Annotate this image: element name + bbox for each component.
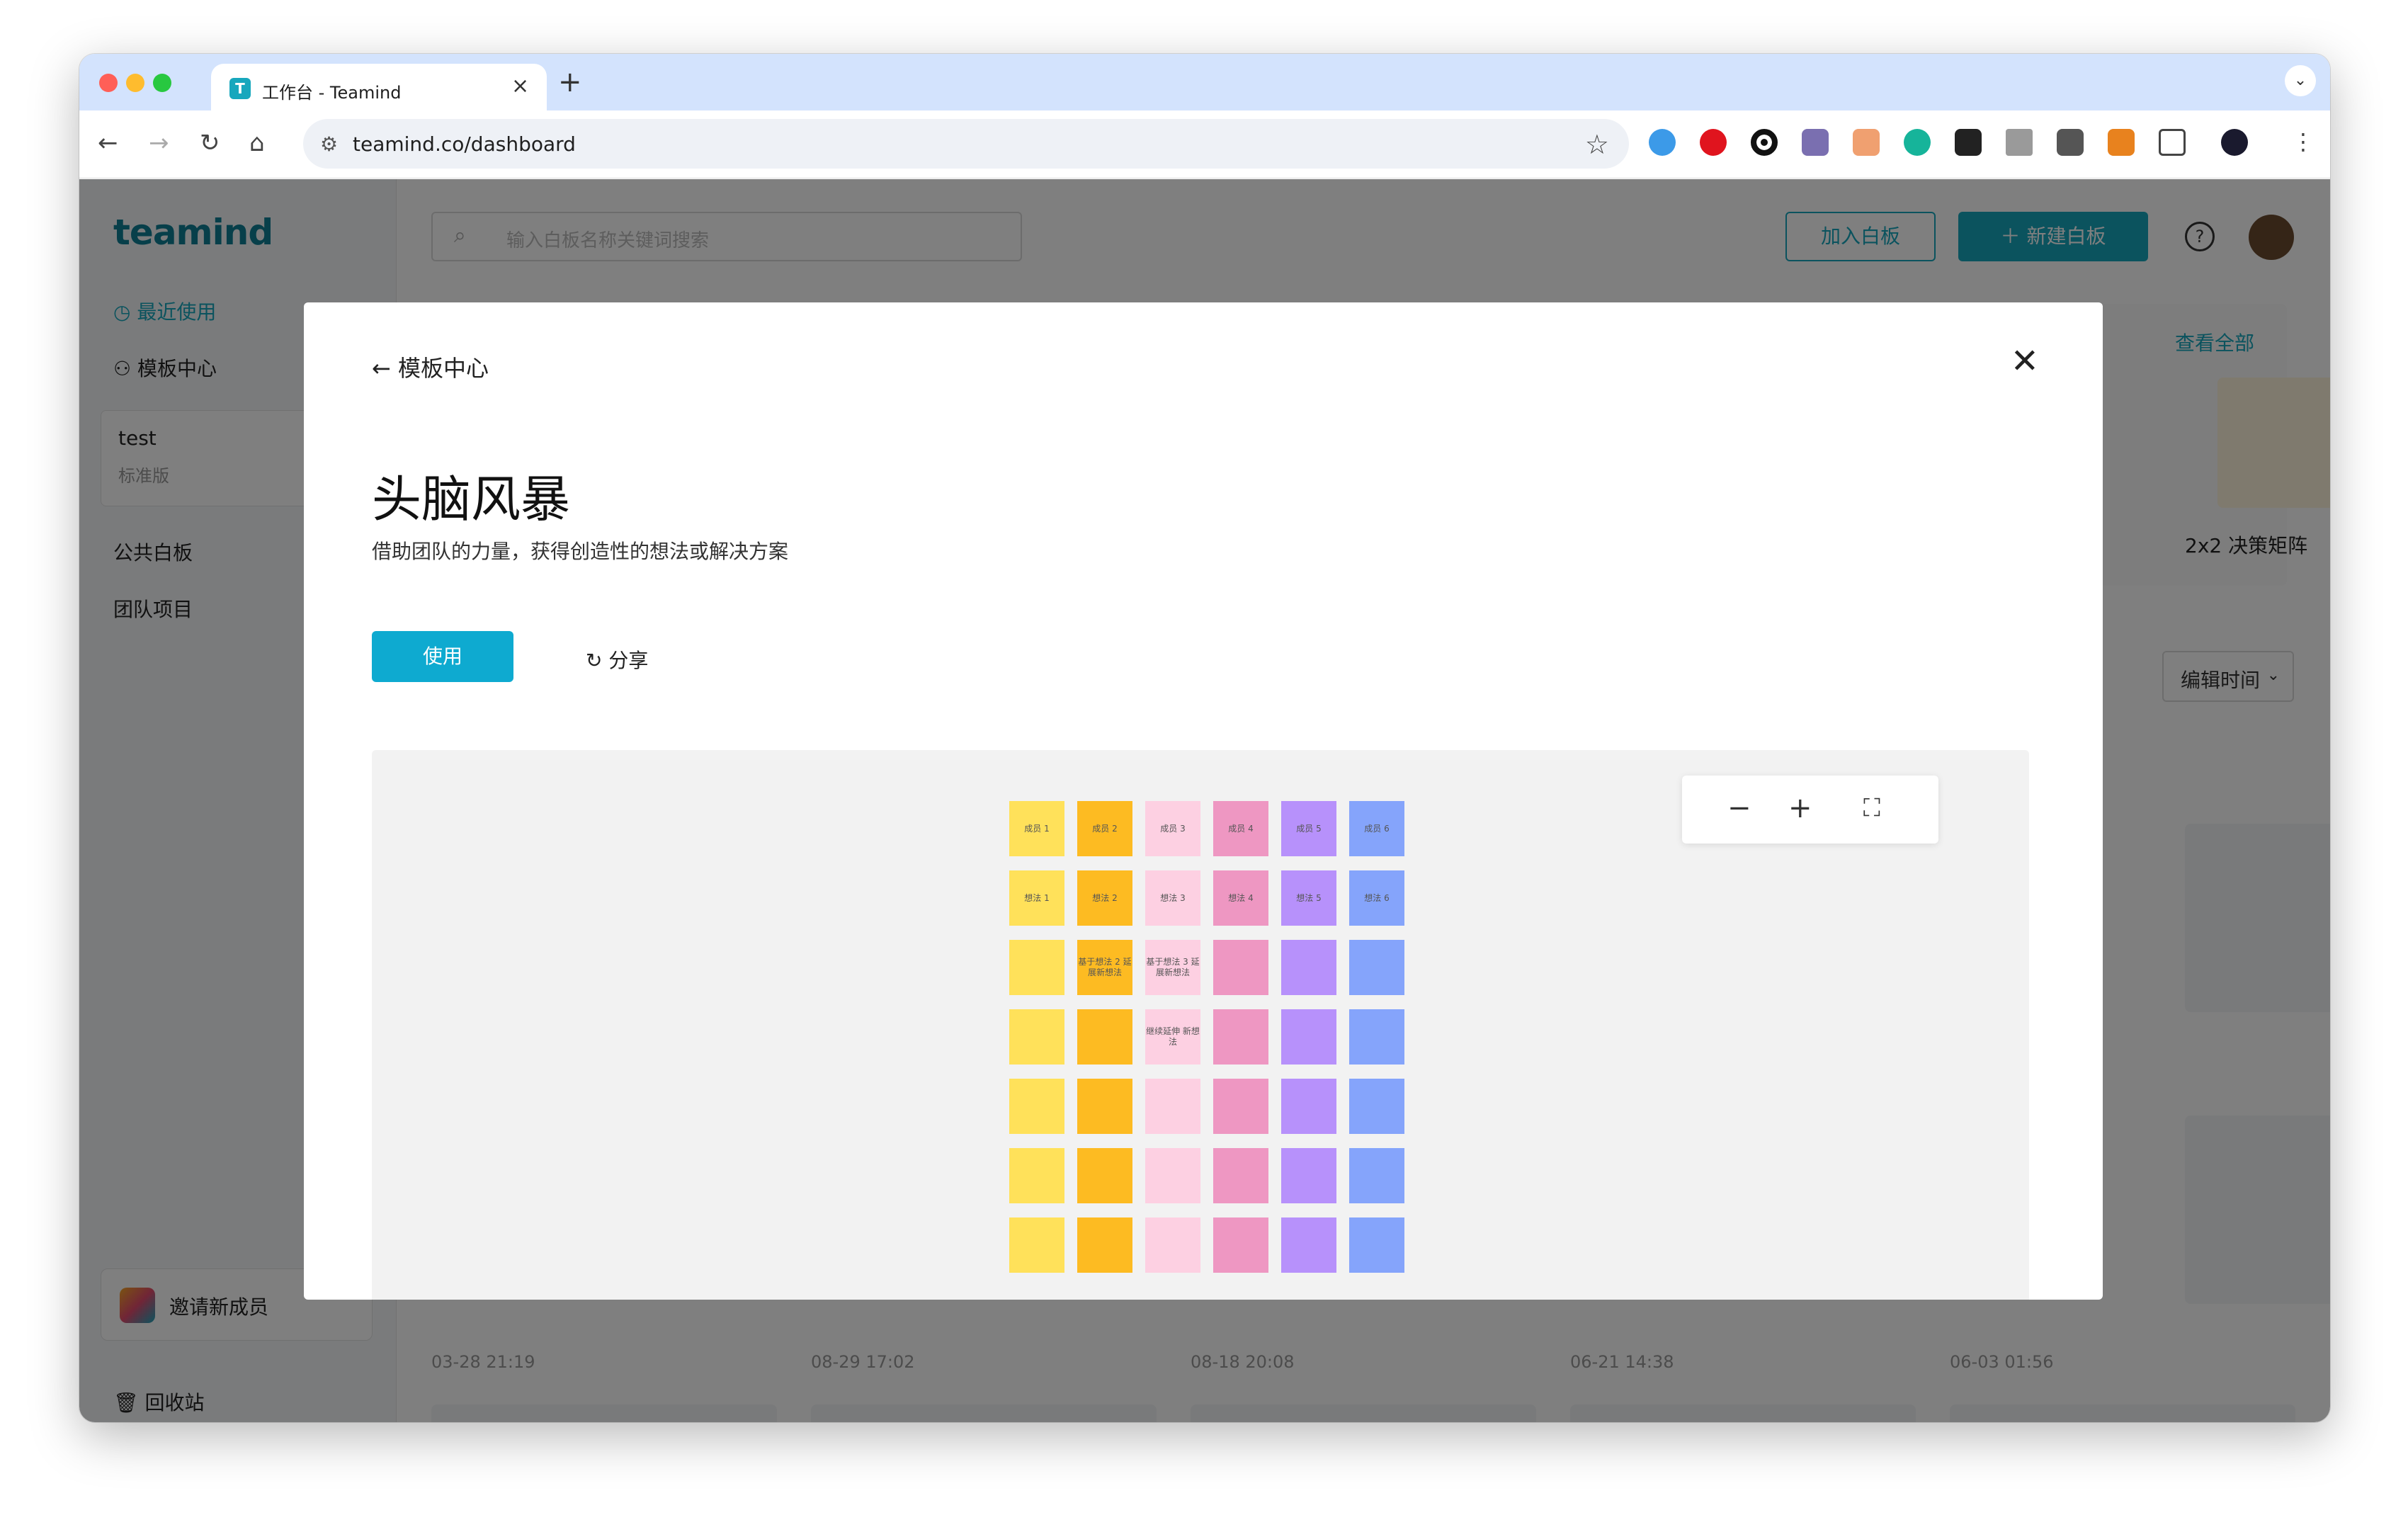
sticky-note: 想法 3 (1145, 870, 1200, 926)
extension-5-icon[interactable] (1853, 129, 1880, 156)
extension-9-icon[interactable] (2057, 129, 2084, 156)
sticky-note (1077, 1079, 1132, 1134)
sticky-note (1213, 940, 1268, 995)
share-label: 分享 (608, 649, 649, 672)
sticky-note: 想法 1 (1009, 870, 1064, 926)
browser-window: T 工作台 - Teamind × + ⌄ ← → ↻ ⌂ ⚙ teamind.… (79, 54, 2330, 1422)
sticky-note (1349, 1079, 1404, 1134)
close-icon[interactable]: ✕ (2011, 344, 2039, 379)
teamind-favicon-icon: T (229, 78, 251, 99)
zoom-controls: − + ⛶ (1682, 776, 1938, 844)
sticky-note (1349, 1148, 1404, 1203)
sticky-note: 成员 5 (1281, 801, 1336, 856)
extensions-puzzle-icon[interactable] (2159, 129, 2186, 156)
tab-bar: T 工作台 - Teamind × + ⌄ (79, 54, 2330, 110)
sticky-note (1349, 1009, 1404, 1065)
browser-tab[interactable]: T 工作台 - Teamind × (211, 64, 547, 110)
sticky-note (1077, 1009, 1132, 1065)
use-template-button[interactable]: 使用 (372, 631, 513, 682)
forward-arrow-icon[interactable]: → (149, 129, 169, 157)
url-text: teamind.co/dashboard (353, 132, 576, 156)
tab-title: 工作台 - Teamind (262, 83, 402, 103)
sticky-note: 基于想法 2 延展新想法 (1077, 940, 1132, 995)
sticky-note (1145, 1079, 1200, 1134)
sticky-note (1281, 1079, 1336, 1134)
sticky-note (1145, 1148, 1200, 1203)
sticky-note: 想法 6 (1349, 870, 1404, 926)
browser-menu-icon[interactable]: ⋮ (2292, 127, 2315, 156)
sticky-note (1009, 1148, 1064, 1203)
sticky-note (1009, 940, 1064, 995)
maximize-window-button[interactable] (153, 74, 171, 92)
new-tab-plus-icon[interactable]: + (558, 68, 582, 96)
browser-toolbar: ← → ↻ ⌂ ⚙ teamind.co/dashboard ☆ ⋮ (79, 110, 2330, 178)
template-modal: ← 模板中心 ✕ 头脑风暴 借助团队的力量，获得创造性的想法或解决方案 使用 ↻… (304, 302, 2103, 1300)
sticky-note (1213, 1217, 1268, 1273)
close-window-button[interactable] (99, 74, 118, 92)
extension-6-icon[interactable] (1904, 129, 1931, 156)
sticky-note (1349, 1217, 1404, 1273)
share-button[interactable]: ↻ 分享 (586, 645, 648, 674)
sticky-note (1281, 940, 1336, 995)
extension-1-icon[interactable] (1649, 129, 1676, 156)
back-label: 模板中心 (397, 355, 489, 382)
bookmark-star-icon[interactable]: ☆ (1585, 129, 1609, 160)
sticky-note: 想法 2 (1077, 870, 1132, 926)
sticky-note (1349, 940, 1404, 995)
sticky-note (1009, 1009, 1064, 1065)
sticky-note: 成员 4 (1213, 801, 1268, 856)
extension-10-icon[interactable] (2108, 129, 2135, 156)
sticky-note (1077, 1217, 1132, 1273)
zoom-in-icon[interactable]: + (1788, 791, 1812, 825)
address-bar[interactable]: ⚙ teamind.co/dashboard ☆ (303, 119, 1629, 169)
sticky-note: 成员 3 (1145, 801, 1200, 856)
reload-icon[interactable]: ↻ (200, 129, 220, 157)
extension-7-icon[interactable] (1955, 129, 1982, 156)
sticky-note: 想法 5 (1281, 870, 1336, 926)
sticky-note: 想法 4 (1213, 870, 1268, 926)
minimize-window-button[interactable] (126, 74, 144, 92)
extension-4-icon[interactable] (1802, 129, 1829, 156)
template-description: 借助团队的力量，获得创造性的想法或解决方案 (372, 540, 789, 563)
sticky-note (1009, 1217, 1064, 1273)
page-title: 头脑风暴 (372, 470, 570, 528)
sticky-note: 继续延伸 新想法 (1145, 1009, 1200, 1065)
sticky-note: 成员 6 (1349, 801, 1404, 856)
zoom-out-icon[interactable]: − (1727, 791, 1751, 825)
sticky-note (1213, 1148, 1268, 1203)
extension-2-icon[interactable] (1700, 129, 1727, 156)
sticky-note (1213, 1079, 1268, 1134)
sticky-note (1281, 1217, 1336, 1273)
sticky-note: 成员 1 (1009, 801, 1064, 856)
back-arrow-icon[interactable]: ← (98, 129, 118, 157)
sticky-note (1145, 1217, 1200, 1273)
sticky-note (1281, 1009, 1336, 1065)
extension-3-icon[interactable] (1751, 129, 1778, 156)
sticky-note (1077, 1148, 1132, 1203)
extension-8-icon[interactable] (2006, 129, 2033, 156)
fullscreen-icon[interactable]: ⛶ (1863, 791, 1880, 825)
sticky-note (1009, 1079, 1064, 1134)
tab-close-icon[interactable]: × (511, 74, 529, 98)
home-icon[interactable]: ⌂ (249, 129, 265, 157)
sticky-note: 成员 2 (1077, 801, 1132, 856)
profile-avatar-icon[interactable] (2221, 129, 2248, 156)
tab-search-chevron-icon[interactable]: ⌄ (2285, 65, 2316, 96)
back-to-templates-button[interactable]: ← 模板中心 (372, 351, 489, 383)
sticky-note: 基于想法 3 延展新想法 (1145, 940, 1200, 995)
sticky-note (1281, 1148, 1336, 1203)
sticky-note (1213, 1009, 1268, 1065)
site-settings-icon[interactable]: ⚙ (320, 132, 338, 156)
